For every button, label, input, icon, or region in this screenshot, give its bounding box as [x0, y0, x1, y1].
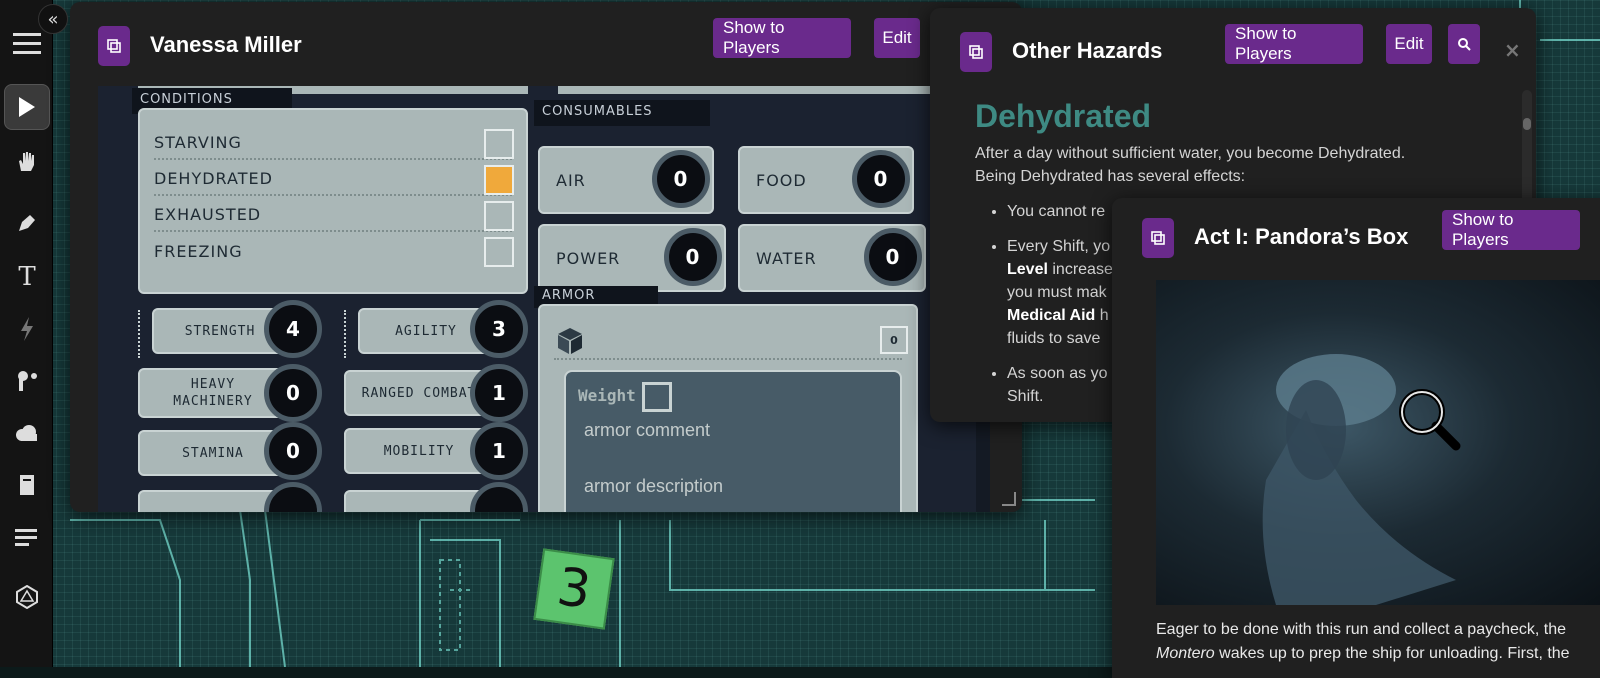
armor-panel: 0 Weight armor comment armor description: [538, 304, 918, 512]
pen-icon[interactable]: [4, 200, 50, 246]
show-to-players-button[interactable]: Show to Players: [713, 18, 851, 58]
alien-image[interactable]: [1156, 280, 1600, 605]
armor-description-field[interactable]: armor description: [584, 476, 723, 497]
conditions-panel: STARVING DEHYDRATED EXHAUSTED FREEZING: [138, 108, 528, 294]
stat-value[interactable]: 3: [470, 300, 528, 358]
stat-value[interactable]: 4: [264, 300, 322, 358]
alien-silhouette: [1262, 354, 1456, 605]
consumable-water: WATER 0: [738, 224, 926, 292]
cube-icon: [556, 326, 584, 360]
condition-checkbox[interactable]: [484, 201, 514, 231]
condition-row: FREEZING: [154, 234, 514, 268]
character-sheet: CONDITIONS STARVING DEHYDRATED EXHAUSTED…: [98, 86, 990, 512]
window-header: Vanessa Miller Show to Players Edit: [70, 2, 1022, 86]
condition-checkbox[interactable]: [484, 165, 514, 195]
cloud-icon[interactable]: [4, 410, 50, 456]
consumable-food: FOOD 0: [738, 146, 914, 214]
collapse-sidebar-button[interactable]: «: [38, 4, 68, 34]
consumable-air: AIR 0: [538, 146, 714, 214]
window-title: Vanessa Miller: [150, 32, 302, 57]
condition-row: STARVING: [154, 126, 514, 160]
left-toolbar: T: [0, 0, 53, 667]
consumable-power: POWER 0: [538, 224, 726, 292]
condition-row: EXHAUSTED: [154, 198, 514, 232]
show-to-players-button[interactable]: Show to Players: [1442, 210, 1580, 250]
condition-checkbox[interactable]: [484, 129, 514, 159]
condition-row: DEHYDRATED: [154, 162, 514, 196]
weight-label: Weight: [578, 386, 636, 405]
armor-details: Weight armor comment armor description: [564, 370, 902, 512]
stat-value-partial[interactable]: [264, 482, 322, 512]
hand-icon[interactable]: [4, 138, 50, 184]
consumable-value[interactable]: 0: [664, 228, 722, 286]
act-window: Act I: Pandora’s Box Show to Players Eag…: [1112, 198, 1600, 678]
consumable-value[interactable]: 0: [864, 228, 922, 286]
select-icon[interactable]: [4, 84, 50, 130]
window-popout-icon[interactable]: [1142, 218, 1174, 258]
armor-comment-field[interactable]: armor comment: [584, 420, 710, 441]
journal-icon[interactable]: [4, 462, 50, 508]
resize-handle[interactable]: [1002, 492, 1016, 506]
armor-rating[interactable]: 0: [880, 326, 908, 354]
condition-checkbox[interactable]: [484, 237, 514, 267]
act-body-text: Eager to be done with this run and colle…: [1156, 621, 1570, 662]
paint-icon[interactable]: [4, 358, 50, 404]
close-icon[interactable]: ×: [1504, 38, 1521, 62]
hazard-heading: Dehydrated: [975, 98, 1152, 134]
consumables-heading: CONSUMABLES: [534, 100, 710, 126]
map-token-label: 3: [553, 556, 595, 622]
map-token[interactable]: 3: [533, 548, 615, 630]
character-sheet-window: Vanessa Miller Show to Players Edit COND…: [70, 2, 1022, 512]
edit-button[interactable]: Edit: [1386, 24, 1432, 64]
weight-input[interactable]: [642, 382, 672, 412]
bolt-icon[interactable]: [4, 306, 50, 352]
text-icon[interactable]: T: [4, 254, 50, 300]
consumable-value[interactable]: 0: [852, 150, 910, 208]
zoom-icon[interactable]: [1392, 382, 1464, 458]
stat-value[interactable]: 1: [470, 364, 528, 422]
list-icon[interactable]: [4, 514, 50, 560]
stat-value[interactable]: 1: [470, 422, 528, 480]
window-title: Other Hazards: [1012, 38, 1163, 63]
window-title: Act I: Pandora’s Box: [1194, 224, 1409, 249]
dice-icon[interactable]: [4, 574, 50, 620]
stat-value-partial[interactable]: [470, 482, 528, 512]
window-popout-icon[interactable]: [98, 26, 130, 66]
edit-button[interactable]: Edit: [874, 18, 920, 58]
search-icon[interactable]: [1448, 24, 1480, 64]
stat-value[interactable]: 0: [264, 422, 322, 480]
show-to-players-button[interactable]: Show to Players: [1225, 24, 1363, 64]
stat-value[interactable]: 0: [264, 364, 322, 422]
consumable-value[interactable]: 0: [652, 150, 710, 208]
window-popout-icon[interactable]: [960, 32, 992, 72]
